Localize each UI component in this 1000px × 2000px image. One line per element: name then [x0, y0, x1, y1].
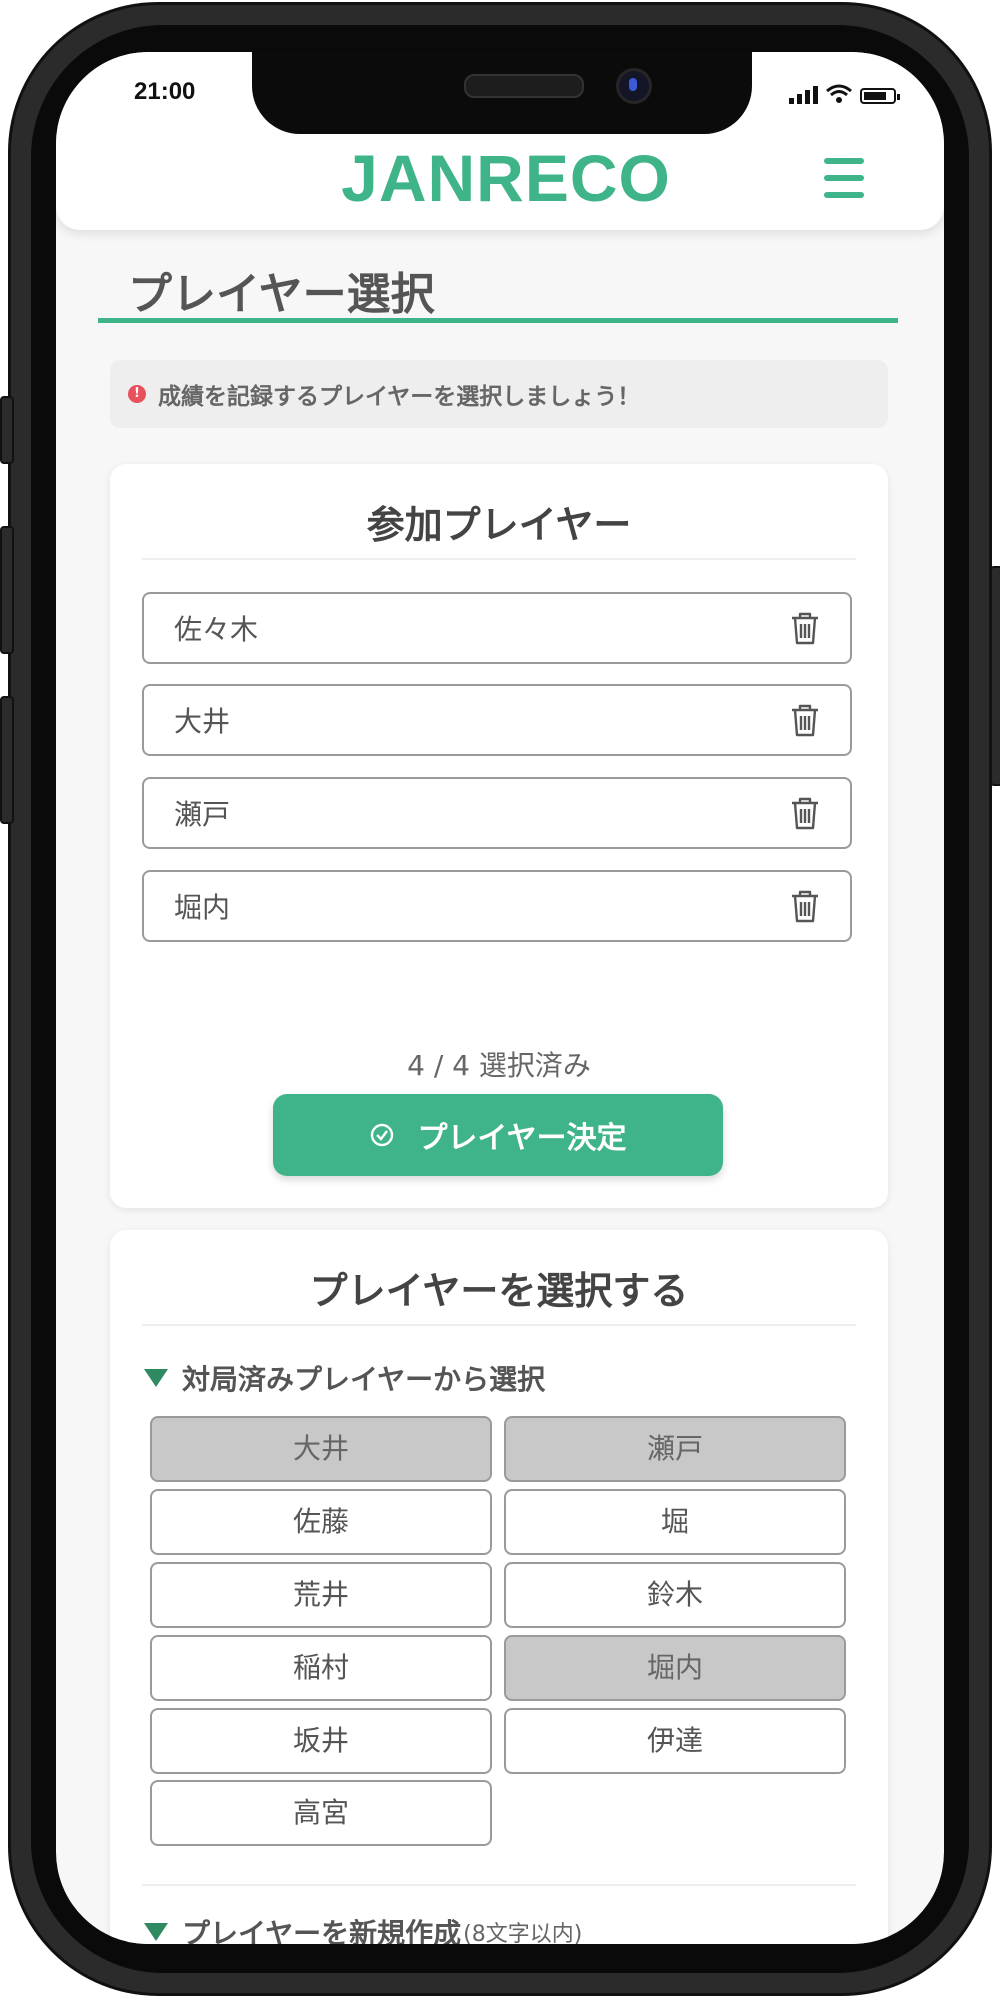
- hamburger-menu-icon[interactable]: [824, 158, 864, 202]
- notch: [252, 52, 752, 134]
- mute-switch: [0, 396, 14, 464]
- info-notice: ! 成績を記録するプレイヤーを選択しましょう！: [110, 360, 888, 428]
- confirm-players-button[interactable]: プレイヤー決定: [273, 1094, 723, 1176]
- new-player-section-label[interactable]: プレイヤーを新規作成 (8文字以内): [144, 1912, 582, 1944]
- participant-name: 堀内: [174, 891, 231, 924]
- player-chip[interactable]: 堀: [504, 1489, 846, 1555]
- trash-icon[interactable]: [788, 795, 822, 831]
- volume-down-button: [0, 696, 14, 824]
- wifi-icon: [826, 84, 852, 103]
- participants-card: 参加プレイヤー 佐々木 大井 瀬戸 堀内 4 / 4 選択済み プレイヤー決定: [110, 464, 888, 1208]
- signal-icon: [789, 86, 818, 104]
- confirm-label: プレイヤー決定: [417, 1121, 627, 1156]
- front-camera: [616, 68, 652, 104]
- player-chip[interactable]: 瀬戸: [504, 1416, 846, 1482]
- participant-row: 堀内: [142, 870, 852, 942]
- participant-name: 大井: [174, 705, 231, 738]
- notice-text: 成績を記録するプレイヤーを選択しましょう！: [158, 384, 641, 410]
- player-chip[interactable]: 佐藤: [150, 1489, 492, 1555]
- player-chip[interactable]: 堀内: [504, 1635, 846, 1701]
- player-chip[interactable]: 稲村: [150, 1635, 492, 1701]
- new-player-hint: (8文字以内): [463, 1922, 583, 1944]
- new-player-label: プレイヤーを新規作成: [182, 1917, 462, 1944]
- app-logo[interactable]: JANRECO: [316, 140, 696, 216]
- power-button: [990, 566, 1000, 786]
- player-chip[interactable]: 荒井: [150, 1562, 492, 1628]
- screen: JANRECO 21:00 プレイヤー選択 ! 成績を記録するプレイヤーを選択し…: [56, 52, 944, 1944]
- select-players-card: プレイヤーを選択する 対局済みプレイヤーから選択 大井 瀬戸 佐藤 堀 荒井 鈴…: [110, 1230, 888, 1944]
- participant-name: 佐々木: [174, 613, 259, 646]
- divider: [142, 1884, 856, 1886]
- history-label: 対局済みプレイヤーから選択: [182, 1363, 546, 1396]
- triangle-down-icon: [144, 1369, 168, 1387]
- trash-icon[interactable]: [788, 888, 822, 924]
- participant-name: 瀬戸: [174, 798, 231, 831]
- history-section-label[interactable]: 対局済みプレイヤーから選択: [144, 1358, 545, 1398]
- player-chip[interactable]: 伊達: [504, 1708, 846, 1774]
- selected-count: 4 / 4 選択済み: [407, 1049, 591, 1082]
- status-time: 21:00: [134, 78, 196, 105]
- player-chip[interactable]: 坂井: [150, 1708, 492, 1774]
- player-chip[interactable]: 高宮: [150, 1780, 492, 1846]
- divider: [142, 1324, 856, 1326]
- speaker-grille: [464, 74, 584, 98]
- volume-up-button: [0, 526, 14, 654]
- check-circle-icon: [371, 1123, 394, 1147]
- participants-title: 参加プレイヤー: [366, 503, 632, 547]
- player-chip[interactable]: 鈴木: [504, 1562, 846, 1628]
- info-icon: !: [128, 385, 146, 403]
- select-title: プレイヤーを選択する: [309, 1269, 689, 1313]
- trash-icon[interactable]: [788, 610, 822, 646]
- status-icons: [789, 84, 900, 104]
- title-underline: [98, 318, 898, 323]
- participant-row: 佐々木: [142, 592, 852, 664]
- trash-icon[interactable]: [788, 702, 822, 738]
- triangle-down-icon: [144, 1923, 168, 1941]
- participant-row: 瀬戸: [142, 777, 852, 849]
- player-chip[interactable]: 大井: [150, 1416, 492, 1482]
- battery-icon: [860, 88, 900, 104]
- page-title: プレイヤー選択: [128, 269, 435, 320]
- participant-row: 大井: [142, 684, 852, 756]
- divider: [142, 558, 856, 560]
